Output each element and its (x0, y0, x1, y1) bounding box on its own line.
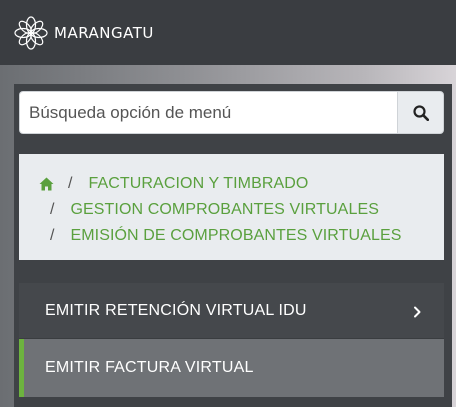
breadcrumb-item-gestion[interactable]: GESTION COMPROBANTES VIRTUALES (70, 201, 379, 219)
menu-search-input[interactable] (19, 91, 397, 134)
breadcrumb-separator: / (50, 227, 55, 244)
breadcrumb-separator: / (68, 175, 73, 192)
brand-name[interactable]: MARANGATU (54, 24, 154, 42)
search-button[interactable] (397, 91, 444, 134)
search-icon (412, 104, 429, 121)
chevron-right-icon (412, 305, 422, 317)
top-navbar: MARANGATU (0, 0, 456, 65)
home-icon[interactable] (39, 177, 54, 191)
breadcrumb-item-facturacion[interactable]: FACTURACION Y TIMBRADO (88, 175, 308, 193)
breadcrumb-item-emision[interactable]: EMISIÓN DE COMPROBANTES VIRTUALES (70, 227, 401, 245)
breadcrumb-row-2: / GESTION COMPROBANTES VIRTUALES (19, 197, 444, 223)
mandala-logo-icon[interactable] (14, 15, 48, 50)
menu-item-label: EMITIR FACTURA VIRTUAL (45, 359, 254, 376)
breadcrumb: / FACTURACION Y TIMBRADO / GESTION COMPR… (19, 154, 444, 260)
breadcrumb-row-3: / EMISIÓN DE COMPROBANTES VIRTUALES (19, 223, 444, 249)
menu-search (19, 91, 444, 134)
breadcrumb-row-1: / FACTURACION Y TIMBRADO (19, 171, 444, 197)
breadcrumb-separator: / (50, 201, 55, 218)
menu-item-emitir-retencion[interactable]: EMITIR RETENCIÓN VIRTUAL IDU (19, 283, 444, 339)
menu-item-emitir-factura[interactable]: EMITIR FACTURA VIRTUAL (19, 339, 444, 397)
menu-item-label: EMITIR RETENCIÓN VIRTUAL IDU (45, 301, 307, 319)
